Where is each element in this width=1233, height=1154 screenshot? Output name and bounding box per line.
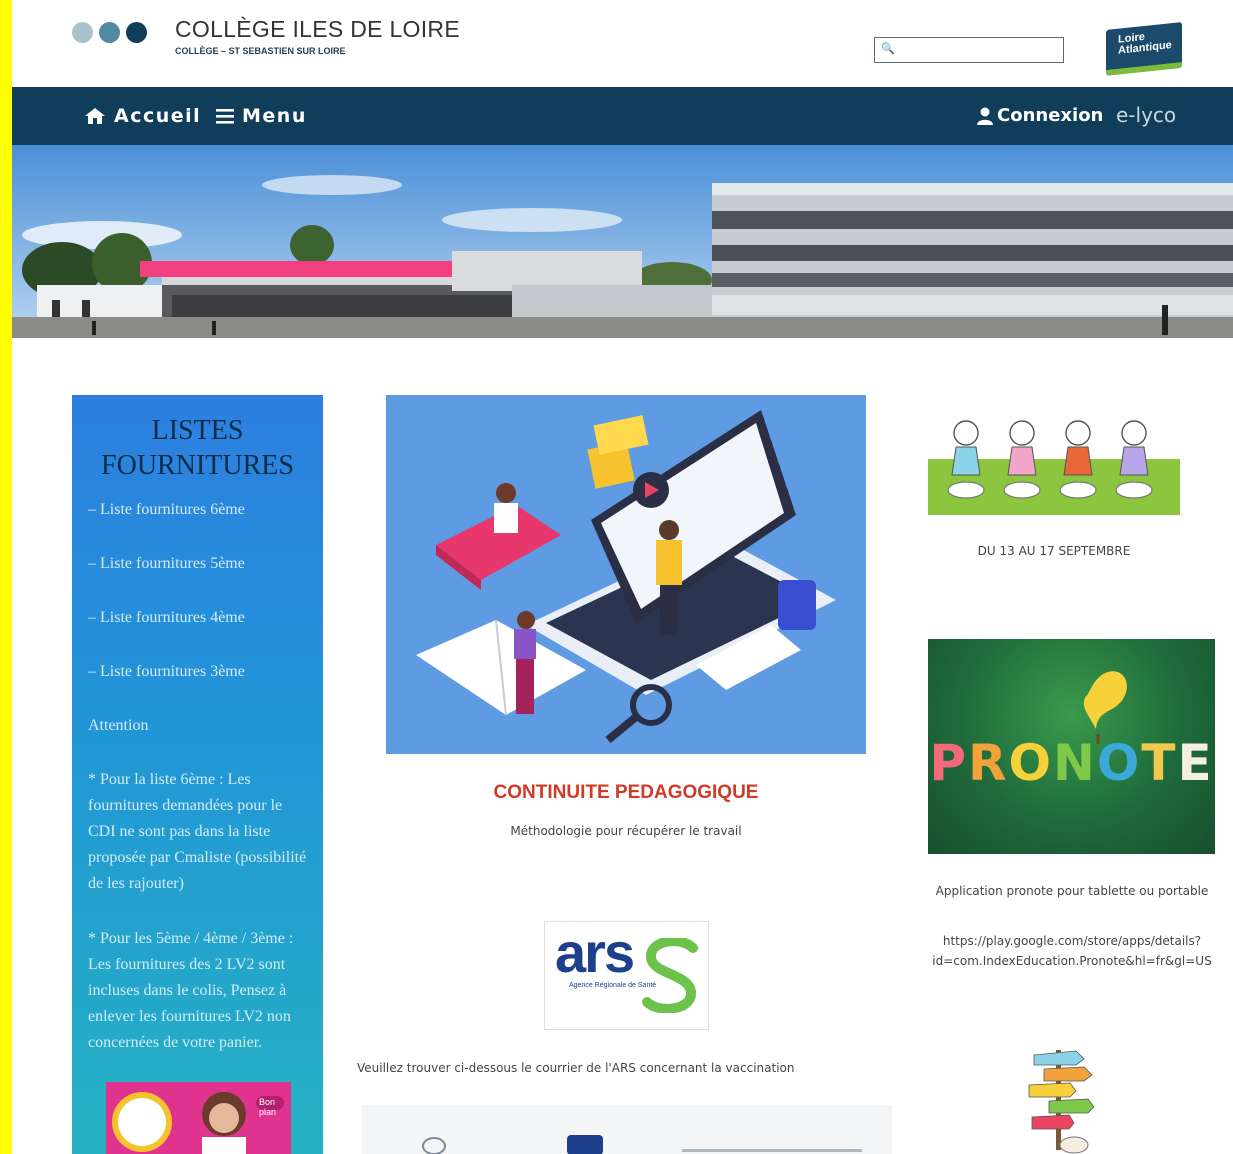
site-logo-dots[interactable] [72, 22, 147, 43]
attention-label: Attention [88, 717, 149, 734]
school-banner-image [12, 145, 1233, 338]
supply-title-line2: FOURNITURES [101, 450, 294, 481]
elyco-link[interactable]: e-lyco [1116, 103, 1176, 127]
orientation-signpost-image[interactable] [1014, 1045, 1104, 1154]
pronote-app-link[interactable]: https://play.google.com/store/apps/detai… [922, 931, 1222, 971]
home-icon [85, 108, 105, 124]
nav-login[interactable]: Connexion [976, 105, 1103, 126]
nav-menu[interactable]: Menu [216, 105, 307, 127]
pronote-url-line2: id=com.IndexEducation.Pronote&hl=fr&gl=U… [932, 954, 1212, 968]
ars-s-mark [642, 938, 698, 1013]
letter-text-lines [682, 1149, 862, 1152]
supply-link-3eme[interactable]: – Liste fournitures 3ème [88, 659, 310, 685]
supply-link-5eme[interactable]: – Liste fournitures 5ème [88, 551, 310, 577]
ars-logo-caption: Agence Régionale de Santé [569, 982, 657, 989]
event-date-text: DU 13 AU 17 SEPTEMBRE [977, 544, 1131, 558]
search-icon[interactable]: 🔍 [881, 42, 895, 55]
school-lunch-image[interactable] [928, 395, 1180, 515]
pronote-app-text: Application pronote pour tablette ou por… [935, 884, 1209, 898]
supply-link-4eme[interactable]: – Liste fournitures 4ème [88, 605, 310, 631]
logo-dot-2 [99, 22, 120, 43]
search-input[interactable] [895, 40, 1061, 60]
supply-title-line1: LISTES [151, 415, 244, 446]
pronote-wordmark: PRONOTE [928, 734, 1215, 792]
search-box[interactable]: 🔍 [874, 37, 1064, 63]
note-other-grades: * Pour les 5ème / 4ème / 3ème : Les four… [88, 930, 294, 1051]
ars-letter-preview[interactable] [362, 1105, 892, 1154]
continuite-pedagogique-image[interactable] [386, 395, 866, 754]
supply-link-6eme[interactable]: – Liste fournitures 6ème [88, 497, 310, 523]
ars-logo[interactable]: ars Agence Régionale de Santé [544, 921, 709, 1030]
pronote-url-line1: https://play.google.com/store/apps/detai… [942, 934, 1202, 948]
promo-image[interactable]: Bon plan [106, 1082, 291, 1154]
continuite-title[interactable]: CONTINUITE PEDAGOGIQUE [386, 782, 866, 804]
pronote-letter-n: N [1053, 734, 1097, 792]
letter-emblem [422, 1137, 446, 1154]
promo-label: Bon plan [259, 1097, 277, 1117]
supply-lists-panel: LISTES FOURNITURES – Liste fournitures 6… [72, 395, 323, 1154]
ars-vaccination-text: Veuillez trouver ci-dessous le courrier … [357, 1061, 795, 1075]
note-6eme: * Pour la liste 6ème : Les fournitures d… [88, 771, 307, 892]
pronote-image[interactable]: PRONOTE [928, 639, 1215, 854]
user-icon [977, 107, 993, 125]
pronote-letter-o1: O [1008, 734, 1054, 792]
main-nav: Accueil Menu Connexion e-lyco [12, 87, 1233, 145]
pronote-letter-r: R [967, 734, 1009, 792]
continuite-subtitle: Méthodologie pour récupérer le travail [510, 824, 742, 838]
hamburger-icon [216, 109, 234, 124]
site-title[interactable]: COLLÈGE ILES DE LOIRE [175, 16, 460, 43]
page: COLLÈGE ILES DE LOIRE COLLÈGE – ST SEBAS… [12, 0, 1233, 1154]
nav-login-label: Connexion [997, 105, 1104, 126]
pronote-letter-o2: O [1096, 734, 1142, 792]
loire-atlantique-logo[interactable]: Loire Atlantique [1106, 22, 1182, 76]
supply-lists-title: LISTES FOURNITURES [72, 413, 323, 483]
pronote-letter-p: P [929, 734, 968, 792]
site-subtitle: COLLÈGE – ST SEBASTIEN SUR LOIRE [175, 46, 346, 56]
pronote-letter-e: E [1177, 734, 1214, 792]
ars-logo-text: ars [555, 921, 635, 984]
nav-home-label: Accueil [114, 105, 202, 127]
logo-dot-1 [72, 22, 93, 43]
letter-ars-mark [567, 1135, 603, 1154]
nav-menu-label: Menu [242, 105, 307, 127]
logo-dot-3 [126, 22, 147, 43]
nav-home[interactable]: Accueil [84, 105, 201, 127]
pronote-letter-t: T [1141, 734, 1178, 792]
